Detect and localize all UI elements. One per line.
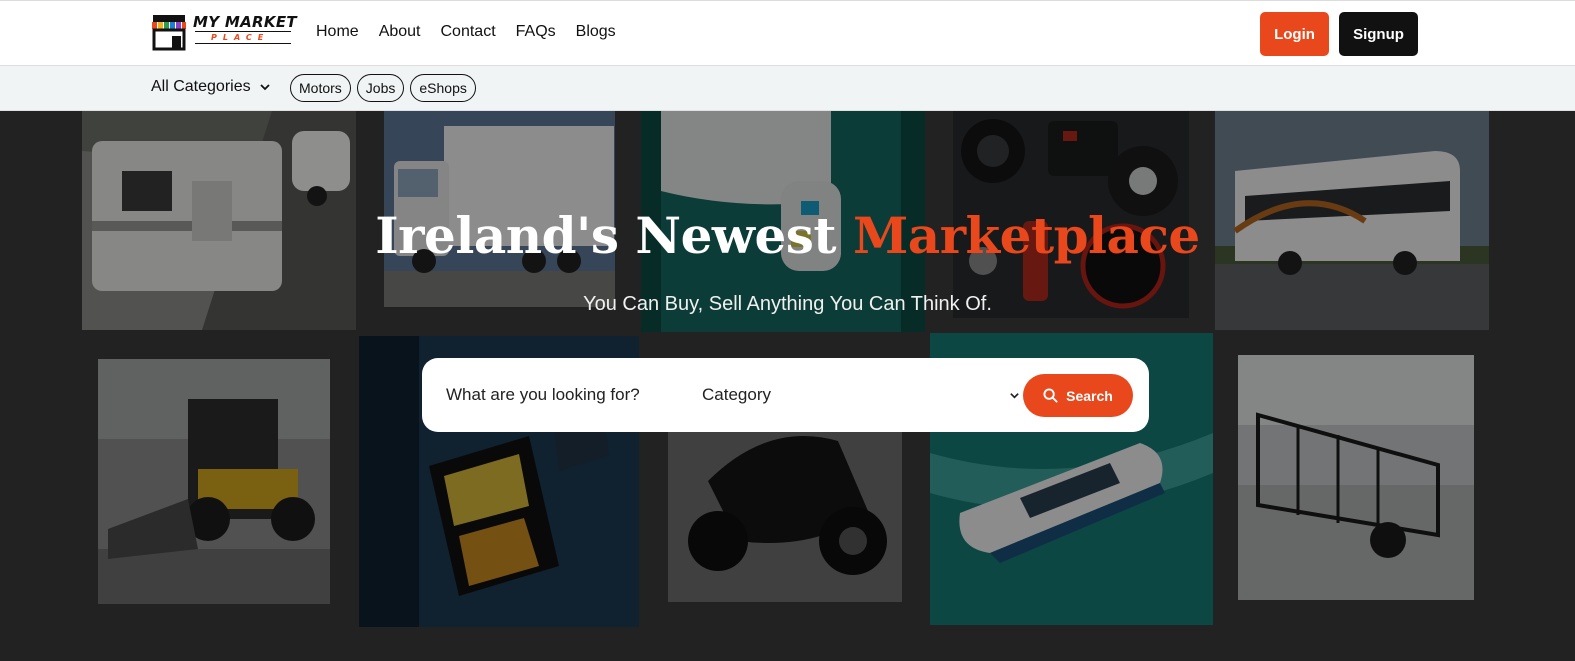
nav-about[interactable]: About — [379, 23, 421, 41]
logo-rule — [195, 43, 291, 44]
category-select[interactable]: Category — [702, 382, 1020, 408]
nav-faqs[interactable]: FAQs — [516, 23, 556, 41]
nav-home[interactable]: Home — [316, 23, 359, 41]
nav-contact[interactable]: Contact — [441, 23, 496, 41]
hero-title-main: Ireland's Newest — [375, 206, 837, 265]
brand-subname: PLACE — [211, 33, 270, 42]
main-nav: Home About Contact FAQs Blogs — [316, 23, 616, 41]
search-icon — [1043, 388, 1058, 403]
pill-eshops[interactable]: eShops — [410, 74, 476, 102]
nav-blogs[interactable]: Blogs — [576, 23, 616, 41]
all-categories-dropdown[interactable]: All Categories — [151, 78, 271, 96]
login-button[interactable]: Login — [1260, 12, 1329, 56]
chevron-down-icon — [1010, 392, 1019, 399]
pill-motors[interactable]: Motors — [290, 74, 351, 102]
hero-title: Ireland's Newest Marketplace — [0, 206, 1575, 265]
hero-subtitle: You Can Buy, Sell Anything You Can Think… — [583, 293, 992, 315]
brand-name: MY MARKET — [193, 13, 297, 31]
search-button[interactable]: Search — [1023, 374, 1133, 417]
brand-logo[interactable]: MY MARKET PLACE — [151, 13, 297, 51]
search-button-label: Search — [1066, 387, 1113, 404]
chevron-down-icon — [259, 84, 270, 91]
logo-rule — [195, 31, 291, 32]
category-pills: Motors Jobs eShops — [290, 74, 476, 102]
category-bar: All Categories Motors Jobs eShops — [0, 66, 1575, 111]
top-navbar: MY MARKET PLACE Home About Contact FAQs … — [0, 0, 1575, 66]
storefront-icon — [152, 15, 186, 51]
search-input[interactable] — [446, 382, 676, 408]
category-select-value: Category — [702, 385, 771, 404]
search-box: Category Search — [422, 358, 1149, 432]
hero-section: Ireland's Newest Marketplace You Can Buy… — [0, 111, 1575, 661]
hero-title-accent: Marketplace — [852, 206, 1200, 265]
pill-jobs[interactable]: Jobs — [356, 74, 405, 102]
signup-button[interactable]: Signup — [1339, 12, 1418, 56]
all-categories-label: All Categories — [151, 78, 251, 95]
